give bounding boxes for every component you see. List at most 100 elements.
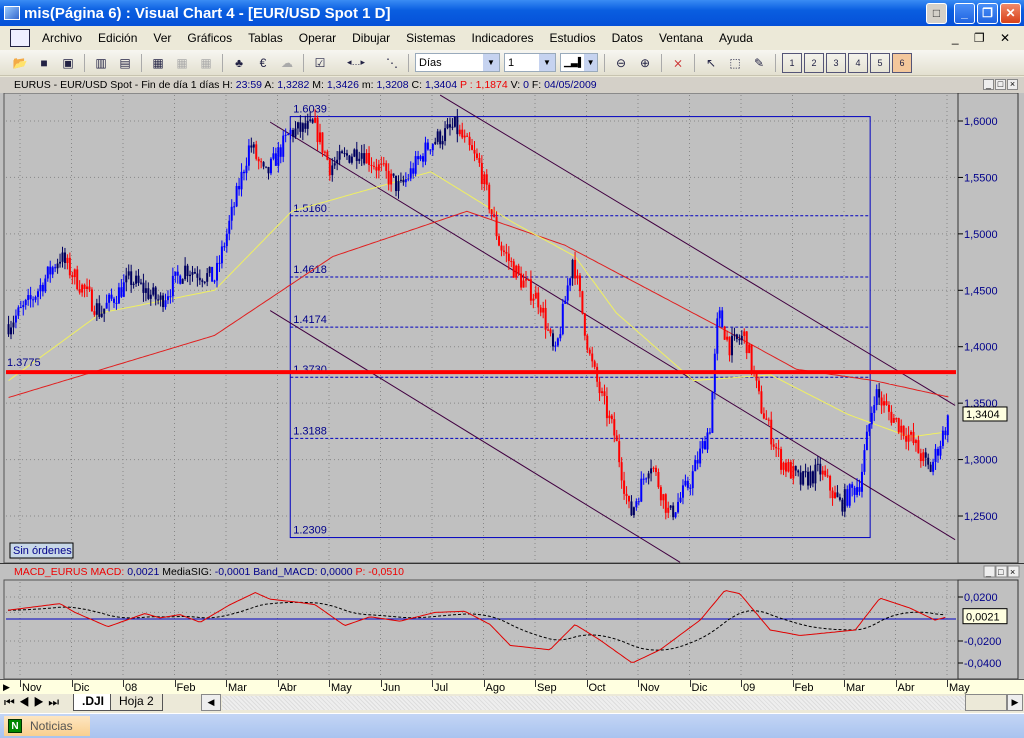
price-bar-body <box>784 462 787 472</box>
menu-operar[interactable]: Operar <box>291 31 344 45</box>
tab-dji[interactable]: .DJI <box>73 694 114 711</box>
chart-type-select[interactable]: ▁▃▌ ▼ <box>560 53 598 72</box>
sheet-tab-bar: ⏮◀▶⏭ .DJI Hoja 2 ◀ ▶ <box>0 694 1024 712</box>
zoom-out-icon[interactable]: ⊖ <box>611 53 631 73</box>
minimize-button[interactable]: _ <box>954 3 975 24</box>
mdi-window-controls[interactable]: _ ❐ ✕ <box>952 31 1024 45</box>
price-bar-body <box>287 134 290 136</box>
price-bar-body <box>684 480 687 486</box>
price-bar-body <box>863 450 866 472</box>
fib-level-label: 1.4618 <box>293 264 327 276</box>
open-icon[interactable]: 📂 <box>10 53 30 73</box>
menu-edicion[interactable]: Edición <box>90 31 145 45</box>
menu-bar: Archivo Edición Ver Gráficos Tablas Operar Dib… <box>0 26 1024 50</box>
tab-scroll-left[interactable]: ◀ <box>201 694 221 711</box>
taskbar-item-noticias[interactable]: N Noticias <box>4 716 90 736</box>
scrollbar-thumb[interactable] <box>965 694 1007 711</box>
price-bar-body <box>591 353 594 362</box>
restore-layout-button[interactable]: □ <box>926 3 947 24</box>
period-select[interactable]: Días ▼ <box>415 53 500 72</box>
price-bar-body <box>463 135 466 138</box>
properties-icon[interactable]: ☑ <box>310 53 330 73</box>
tab-scroll-right[interactable]: ▶ <box>1007 694 1023 711</box>
menu-tablas[interactable]: Tablas <box>240 31 291 45</box>
price-bar-body <box>223 246 226 248</box>
maximize-button[interactable]: ❐ <box>977 3 998 24</box>
price-bar-body <box>267 167 270 174</box>
price-label: 1,4500 <box>964 285 998 297</box>
page-button-4[interactable]: 4 <box>848 52 868 73</box>
price-bar-body <box>299 122 302 132</box>
price-bar-body <box>561 303 564 335</box>
page-button-1[interactable]: 1 <box>782 52 802 73</box>
price-bar-body <box>245 165 248 174</box>
document-icon[interactable] <box>10 29 30 47</box>
euro-key-icon[interactable]: € <box>253 53 273 73</box>
sheet-nav-buttons[interactable]: ⏮◀▶⏭ <box>4 695 63 710</box>
network-icon[interactable]: ♣ <box>229 53 249 73</box>
insert-indicator-icon[interactable]: ▤ <box>115 53 135 73</box>
price-bar-body <box>196 273 199 278</box>
new-chart-icon[interactable]: ▥ <box>91 53 111 73</box>
price-bar-body <box>706 432 709 450</box>
page-button-2[interactable]: 2 <box>804 52 824 73</box>
zoom-in-icon[interactable]: ⊕ <box>635 53 655 73</box>
time-axis-arrow-icon[interactable]: ▶ <box>3 682 10 693</box>
crosshair-chart-icon[interactable]: ⨯ <box>668 53 688 73</box>
price-bar-body <box>507 253 510 262</box>
price-bar-body <box>498 236 501 246</box>
price-bar-body <box>304 123 307 129</box>
price-bar-body <box>689 487 692 489</box>
fib-level-label: 1.5160 <box>293 203 327 215</box>
price-bar-body <box>745 331 748 354</box>
pointer-icon[interactable]: ↖ <box>701 53 721 73</box>
price-bar-body <box>652 467 655 469</box>
horizontal-scrollbar[interactable] <box>222 696 1007 710</box>
price-bar-body <box>838 497 841 500</box>
menu-indicadores[interactable]: Indicadores <box>464 31 542 45</box>
save-icon[interactable]: ■ <box>34 53 54 73</box>
app-logo-icon <box>4 6 20 20</box>
price-bar-body <box>824 470 827 476</box>
page-button-6[interactable]: 6 <box>892 52 912 73</box>
time-tick <box>586 680 588 687</box>
menu-datos[interactable]: Datos <box>604 31 651 45</box>
link-icon[interactable]: ⋱ <box>382 53 402 73</box>
price-bar-body <box>740 335 743 341</box>
menu-ventana[interactable]: Ventana <box>651 31 711 45</box>
price-bar-body <box>892 418 895 423</box>
price-bar-body <box>650 468 653 474</box>
price-bar-body <box>395 175 398 192</box>
draw-pen-icon[interactable]: ✎ <box>749 53 769 73</box>
annotation-icon[interactable]: ⬚ <box>725 53 745 73</box>
menu-ver[interactable]: Ver <box>145 31 179 45</box>
price-bar-body <box>821 470 824 475</box>
menu-sistemas[interactable]: Sistemas <box>398 31 463 45</box>
price-bar-body <box>635 501 638 508</box>
scroll-control[interactable]: ◂…▸ <box>334 53 378 73</box>
chart-area[interactable]: 1,6000 1,5500 1,5000 1,4500 1,4000 1,3500 1,30… <box>0 92 1024 694</box>
page-button-3[interactable]: 3 <box>826 52 846 73</box>
close-button[interactable]: ✕ <box>1000 3 1021 24</box>
price-bar-body <box>537 292 540 308</box>
chart-svg[interactable]: 1,60001,55001,50001,45001,40001,35001,30… <box>0 92 1024 694</box>
tab-hoja-2[interactable]: Hoja 2 <box>110 694 163 711</box>
compression-select[interactable]: 1 ▼ <box>504 53 556 72</box>
price-bar-body <box>426 142 429 150</box>
price-bar-body <box>135 275 138 284</box>
price-panel-controls[interactable]: _ □ × <box>983 79 1018 90</box>
menu-graficos[interactable]: Gráficos <box>179 31 240 45</box>
price-bar-body <box>669 505 672 508</box>
folder-icon[interactable]: ▦ <box>148 53 168 73</box>
price-bar-body <box>63 252 66 263</box>
menu-ayuda[interactable]: Ayuda <box>711 31 761 45</box>
price-bar-body <box>836 492 839 498</box>
menu-estudios[interactable]: Estudios <box>542 31 604 45</box>
price-bar-body <box>596 366 599 382</box>
price-bar-body <box>895 418 898 420</box>
save-all-icon[interactable]: ▣ <box>58 53 78 73</box>
macd-header-part: MACD: <box>90 566 124 578</box>
menu-archivo[interactable]: Archivo <box>34 31 90 45</box>
page-button-5[interactable]: 5 <box>870 52 890 73</box>
menu-dibujar[interactable]: Dibujar <box>344 31 398 45</box>
